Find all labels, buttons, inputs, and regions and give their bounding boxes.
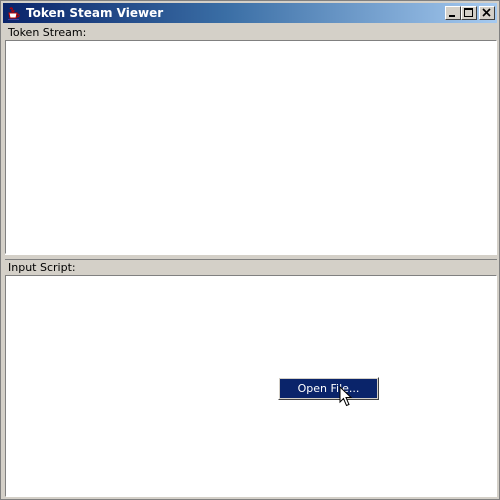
- context-menu: Open File...: [278, 377, 379, 400]
- maximize-icon: [464, 8, 473, 17]
- token-stream-area[interactable]: [5, 40, 497, 254]
- title-bar[interactable]: Token Steam Viewer: [3, 3, 497, 23]
- minimize-icon: [449, 15, 455, 17]
- window-title: Token Steam Viewer: [26, 6, 164, 20]
- close-icon: [482, 8, 491, 17]
- input-script-area[interactable]: [5, 275, 497, 497]
- java-cup-icon[interactable]: [6, 5, 22, 21]
- maximize-button[interactable]: [461, 6, 477, 20]
- close-button[interactable]: [479, 6, 495, 20]
- menu-item-open-file[interactable]: Open File...: [280, 379, 377, 398]
- input-script-label: Input Script:: [8, 261, 76, 274]
- token-stream-label: Token Stream:: [8, 26, 87, 39]
- window-controls: [445, 6, 495, 20]
- minimize-button[interactable]: [445, 6, 461, 20]
- main-window: Token Steam Viewer Token Stream: Input S…: [0, 0, 500, 500]
- split-pane-divider[interactable]: [5, 254, 497, 260]
- mouse-pointer-icon: [339, 386, 353, 407]
